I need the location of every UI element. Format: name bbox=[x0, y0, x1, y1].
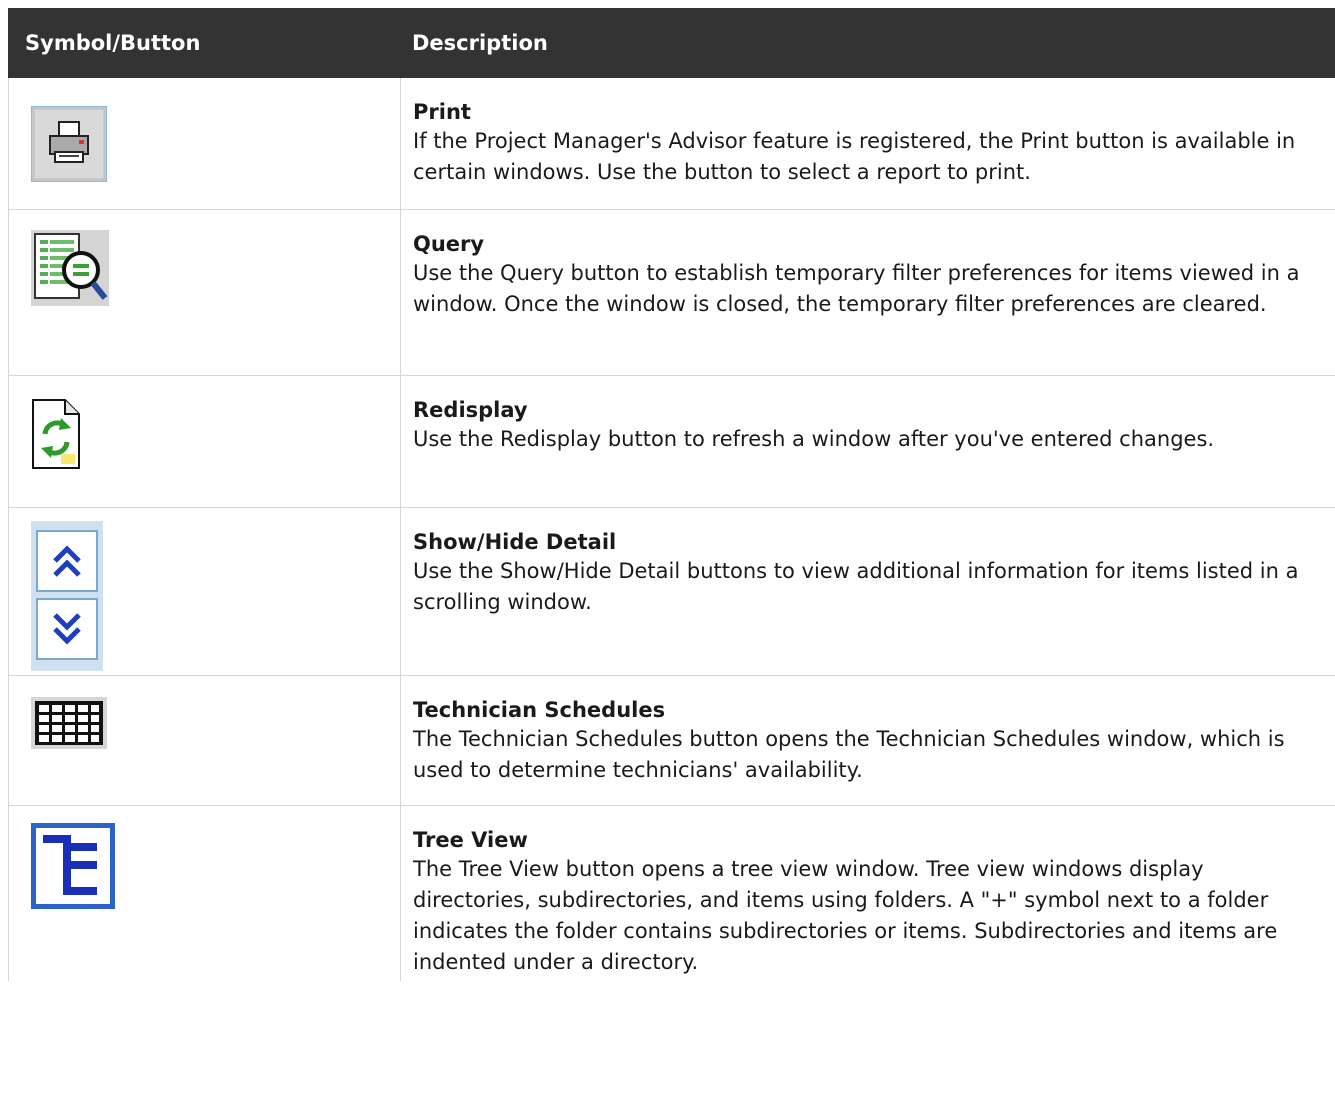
row-title: Tree View bbox=[413, 828, 528, 852]
row-title: Technician Schedules bbox=[413, 698, 666, 722]
tree-view-icon[interactable] bbox=[31, 823, 115, 909]
table-row: Technician Schedules The Technician Sche… bbox=[8, 676, 1335, 806]
table-row: Show/Hide Detail Use the Show/Hide Detai… bbox=[8, 508, 1335, 676]
row-description: If the Project Manager's Advisor feature… bbox=[413, 129, 1296, 184]
row-description: The Technician Schedules button opens th… bbox=[413, 727, 1285, 782]
description-cell: Show/Hide Detail Use the Show/Hide Detai… bbox=[401, 508, 1335, 675]
row-title: Show/Hide Detail bbox=[413, 530, 617, 554]
description-cell: Redisplay Use the Redisplay button to re… bbox=[401, 376, 1335, 507]
column-header-symbol: Symbol/Button bbox=[25, 31, 201, 55]
row-description: The Tree View button opens a tree view w… bbox=[413, 857, 1278, 974]
redisplay-icon[interactable] bbox=[31, 398, 81, 470]
description-cell: Technician Schedules The Technician Sche… bbox=[401, 676, 1335, 805]
description-cell: Query Use the Query button to establish … bbox=[401, 210, 1335, 375]
description-cell: Print If the Project Manager's Advisor f… bbox=[401, 78, 1335, 209]
table-row: Redisplay Use the Redisplay button to re… bbox=[8, 376, 1335, 508]
table-row: Print If the Project Manager's Advisor f… bbox=[8, 78, 1335, 210]
row-title: Redisplay bbox=[413, 398, 528, 422]
table-row: Query Use the Query button to establish … bbox=[8, 210, 1335, 376]
symbol-cell bbox=[9, 806, 401, 981]
row-description: Use the Query button to establish tempor… bbox=[413, 261, 1300, 316]
row-title: Query bbox=[413, 232, 485, 256]
description-cell: Tree View The Tree View button opens a t… bbox=[401, 806, 1335, 981]
print-icon[interactable] bbox=[31, 106, 107, 182]
symbol-cell bbox=[9, 676, 401, 805]
symbol-cell bbox=[9, 508, 401, 675]
show-hide-detail-icon[interactable] bbox=[31, 521, 103, 671]
row-description: Use the Show/Hide Detail buttons to view… bbox=[413, 559, 1299, 614]
row-title: Print bbox=[413, 100, 471, 124]
table-row: Tree View The Tree View button opens a t… bbox=[8, 806, 1335, 981]
technician-schedules-icon[interactable] bbox=[31, 697, 107, 749]
query-icon[interactable] bbox=[31, 230, 109, 306]
table-header: Symbol/Button Description bbox=[8, 8, 1335, 78]
symbol-cell bbox=[9, 210, 401, 375]
column-header-description: Description bbox=[412, 31, 548, 55]
row-description: Use the Redisplay button to refresh a wi… bbox=[413, 427, 1215, 451]
symbol-cell bbox=[9, 376, 401, 507]
symbol-table: Symbol/Button Description Print If the P… bbox=[8, 8, 1335, 981]
symbol-cell bbox=[9, 78, 401, 209]
